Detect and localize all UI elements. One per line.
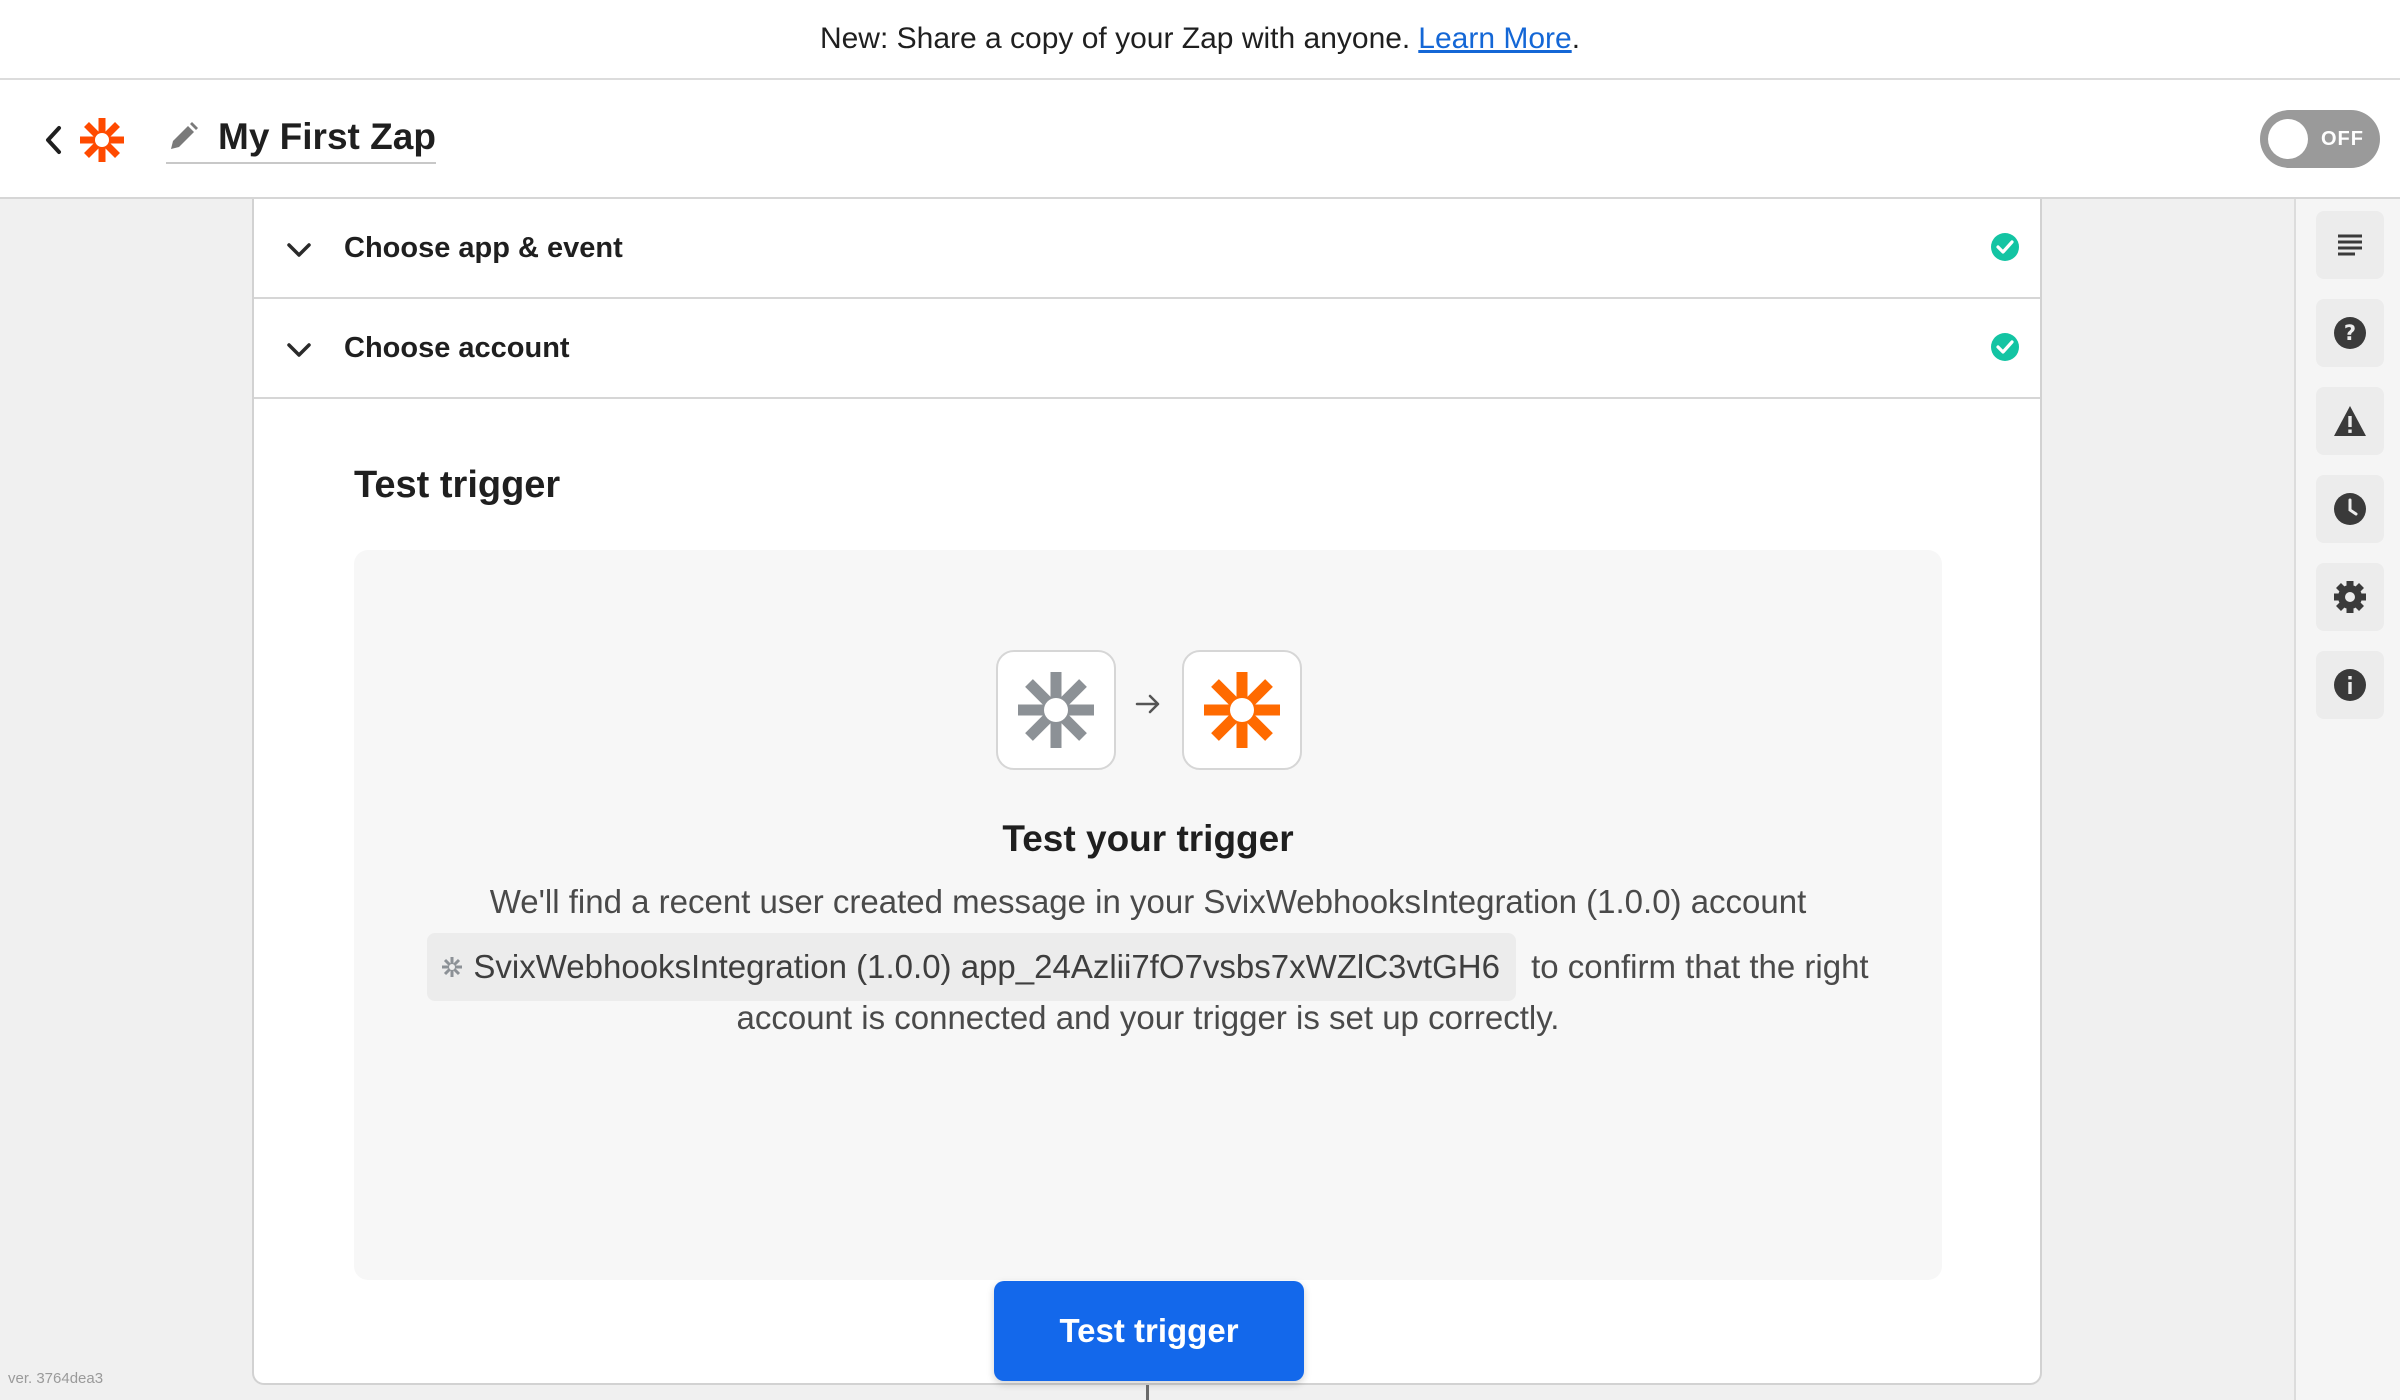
zapier-logo-icon[interactable] <box>78 116 126 164</box>
test-description-line-3: account is connected and your trigger is… <box>736 999 1560 1036</box>
webhook-app-icon <box>1018 672 1094 748</box>
sidebar-outline-button[interactable] <box>2316 211 2384 279</box>
test-your-trigger-title: Test your trigger <box>1002 818 1294 859</box>
test-trigger-button[interactable]: Test trigger <box>994 1281 1304 1381</box>
test-description-line-2: SvixWebhooksIntegration (1.0.0) app_24Az… <box>354 933 1942 1001</box>
learn-more-link[interactable]: Learn More <box>1418 22 1571 56</box>
back-button[interactable] <box>36 118 72 162</box>
trigger-step-card: Choose app & event Choose account Test t… <box>252 199 2042 1385</box>
account-pill: SvixWebhooksIntegration (1.0.0) app_24Az… <box>427 933 1516 1001</box>
check-circle-icon <box>1991 333 2019 361</box>
chevron-left-icon <box>46 126 61 154</box>
svg-text:?: ? <box>2344 321 2356 345</box>
zap-on-off-toggle[interactable]: OFF <box>2260 110 2380 168</box>
warning-icon <box>2334 406 2366 436</box>
source-app-icon-tile <box>996 650 1116 770</box>
help-icon: ? <box>2334 317 2366 349</box>
sidebar-settings-button[interactable] <box>2316 563 2384 631</box>
zap-name-editor[interactable]: My First Zap <box>166 116 436 164</box>
arrow-right-icon <box>1135 694 1160 714</box>
test-description-line-1: We'll find a recent user created message… <box>489 883 1807 920</box>
zapier-app-icon <box>1204 672 1280 748</box>
step-connector-line <box>1146 1385 1149 1400</box>
toggle-knob <box>2268 119 2308 159</box>
announcement-banner: New: Share a copy of your Zap with anyon… <box>0 0 2400 80</box>
section-label: Choose account <box>344 331 570 364</box>
banner-text: New: Share a copy of your Zap with anyon… <box>819 22 1411 55</box>
section-choose-account[interactable]: Choose account <box>254 299 2040 399</box>
version-label: ver. 3764dea3 <box>8 1370 104 1387</box>
editor-header: My First Zap OFF <box>0 80 2400 199</box>
section-choose-app-event[interactable]: Choose app & event <box>254 199 2040 299</box>
check-circle-icon <box>1991 233 2019 261</box>
pencil-icon <box>171 122 198 149</box>
zapier-app-icon-tile <box>1182 650 1302 770</box>
sidebar-info-button[interactable] <box>2316 651 2384 719</box>
account-app-icon <box>442 957 463 977</box>
banner-trailing: . <box>1571 22 1581 55</box>
sidebar-help-button[interactable]: ? <box>2316 299 2384 367</box>
zap-title: My First Zap <box>218 116 436 157</box>
sidebar-history-button[interactable] <box>2316 475 2384 543</box>
chevron-down-icon <box>287 343 311 357</box>
chevron-down-icon <box>287 243 311 257</box>
settings-icon <box>2334 581 2366 613</box>
outline-icon <box>2338 234 2362 256</box>
test-description-tail: to confirm that the right <box>1531 948 1869 985</box>
info-icon <box>2334 669 2366 701</box>
history-icon <box>2334 493 2366 525</box>
test-trigger-heading: Test trigger <box>354 464 561 506</box>
toggle-label: OFF <box>2321 128 2364 150</box>
section-label: Choose app & event <box>344 231 623 264</box>
sidebar-warnings-button[interactable] <box>2316 387 2384 455</box>
test-trigger-panel: Test your trigger We'll find a recent us… <box>354 550 1942 1381</box>
right-sidebar: ? <box>2294 199 2400 1400</box>
account-pill-text: SvixWebhooksIntegration (1.0.0) app_24Az… <box>473 948 1500 985</box>
